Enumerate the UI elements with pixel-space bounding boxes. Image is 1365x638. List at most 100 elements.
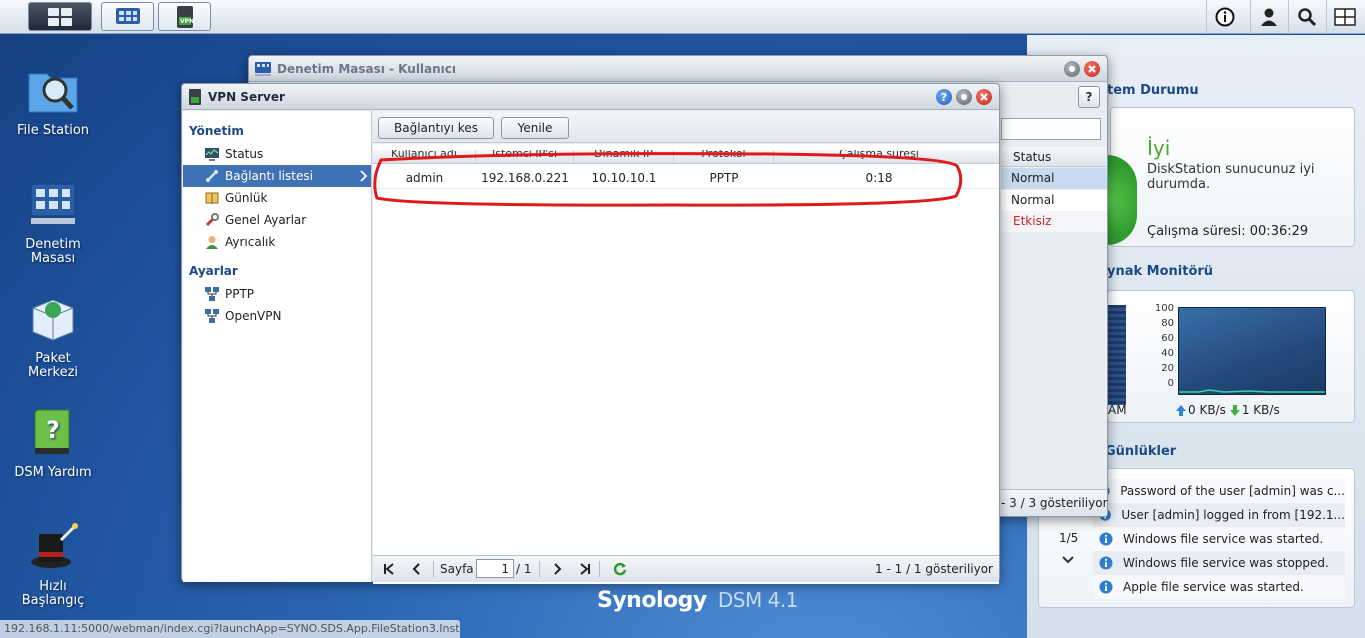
sidebar-item-status[interactable]: Status	[183, 143, 371, 165]
system-status-title: tem Durumu	[1107, 83, 1199, 98]
axis-60: 60	[1161, 333, 1174, 344]
sidebar-item-pptp[interactable]: PPTP	[183, 283, 371, 305]
desktop-label-line2: Masası	[30, 251, 76, 266]
brand-name: Synology	[597, 588, 707, 613]
taskbar-vpn-server-button[interactable]: VPN	[158, 2, 211, 31]
synology-logo: Synology DSM 4.1	[597, 588, 798, 613]
taskbar-control-panel-button[interactable]	[101, 2, 154, 31]
disconnect-button[interactable]: Bağlantıyı kes	[378, 117, 494, 139]
desktop-label-line1: Denetim	[25, 237, 81, 252]
desktop-label-line1: Hızlı	[39, 579, 67, 594]
sidebar-item-general-settings[interactable]: Genel Ayarlar	[183, 209, 371, 231]
axis-100: 100	[1154, 303, 1174, 314]
sidebar-item-label: PPTP	[225, 287, 255, 301]
minimize-button[interactable]	[956, 89, 972, 105]
wrench-icon	[205, 213, 219, 227]
info-circle-icon	[1099, 580, 1113, 594]
desktop-dsm-help[interactable]: ? DSM Yardım	[3, 406, 103, 480]
monitor-icon	[205, 148, 219, 161]
network-icon	[205, 309, 219, 323]
close-button[interactable]	[976, 89, 992, 105]
ram-bar	[1108, 305, 1126, 405]
desktop-label-line2: Başlangıç	[21, 593, 85, 608]
page-summary: 1 - 1 / 1 gösteriliyor	[875, 562, 993, 576]
first-page-icon[interactable]	[383, 563, 395, 575]
axis-20: 20	[1161, 363, 1174, 374]
user-row-status[interactable]: Normal	[1001, 168, 1107, 189]
desktop-label-line1: Paket	[35, 351, 71, 366]
upload-speed: 0 KB/s	[1188, 403, 1226, 417]
log-text: Windows file service was started.	[1123, 532, 1324, 546]
desktop-quick-start[interactable]: Hızlı Başlangıç	[3, 520, 103, 608]
system-status-box: İyi DiskStation sunucunuz iyi durumda. Ç…	[1110, 107, 1355, 247]
user-row-status[interactable]: Normal	[1001, 190, 1107, 211]
log-item: Apple file service was started.	[1093, 575, 1345, 599]
sidebar-item-label: Bağlantı listesi	[225, 169, 313, 183]
search-field[interactable]	[1001, 118, 1101, 140]
network-icon	[205, 287, 219, 301]
sidebar-item-label: Genel Ayarlar	[225, 213, 307, 227]
control-panel-icon	[115, 7, 140, 24]
page-input[interactable]: 1	[476, 559, 514, 578]
desktop-package-center[interactable]: Paket Merkezi	[3, 292, 103, 380]
home-grid-icon	[48, 7, 72, 26]
network-traffic-line	[1179, 389, 1325, 393]
axis-40: 40	[1161, 348, 1174, 359]
close-button[interactable]	[1084, 61, 1100, 77]
user-button[interactable]	[1250, 0, 1286, 34]
download-speed: 1 KB/s	[1241, 403, 1280, 417]
help-button[interactable]: ?	[1078, 86, 1100, 108]
status-desc-line1: DiskStation sunucunuz iyi	[1147, 162, 1315, 177]
log-text: User [admin] logged in from [192.1...	[1121, 508, 1345, 522]
last-page-icon[interactable]	[579, 563, 591, 575]
logs-title: Günlükler	[1105, 444, 1177, 459]
connection-grid	[373, 144, 999, 584]
help-button[interactable]: ?	[936, 89, 952, 105]
control-panel-icon	[30, 183, 76, 224]
log-item: Windows file service was started.	[1093, 527, 1345, 551]
desktop-file-station[interactable]: File Station	[3, 64, 103, 138]
status-column-header[interactable]: Status	[1001, 147, 1107, 167]
desktop-control-panel[interactable]: Denetim Masası	[3, 178, 103, 266]
help-icon: ?	[940, 90, 948, 104]
close-icon	[1088, 65, 1096, 73]
network-speed: 0 KB/s 1 KB/s	[1176, 403, 1280, 417]
status-url: 192.168.1.11:5000/webman/index.cgi?launc…	[0, 620, 460, 638]
annotation-highlight	[373, 152, 963, 207]
main-menu-button[interactable]	[28, 2, 92, 31]
axis-80: 80	[1161, 318, 1174, 329]
info-icon	[1215, 7, 1234, 27]
file-station-icon	[28, 73, 78, 113]
user-row-status[interactable]: Etkisiz	[1001, 211, 1107, 232]
sidebar-item-log[interactable]: Günlük	[183, 187, 371, 209]
info-circle-icon	[1099, 556, 1113, 570]
search-icon	[1297, 8, 1316, 27]
log-text: Apple file service was started.	[1123, 580, 1304, 594]
user-list-footer: - 3 / 3 gösteriliyor	[1001, 489, 1108, 516]
minimize-button[interactable]	[1064, 61, 1080, 77]
log-book-icon	[205, 192, 219, 205]
pager-bar: Sayfa 1 / 1 1 - 1 / 1 gösteriliyor	[373, 555, 999, 582]
logs-page: 1/5	[1059, 531, 1079, 545]
vpn-server-icon	[189, 88, 201, 105]
vpn-server-window: VPN Server ? Yönetim Status Bağlantı lis…	[181, 83, 1000, 584]
connection-plug-icon	[206, 170, 218, 182]
status-uptime: Çalışma süresi: 00:36:29	[1147, 224, 1309, 239]
prev-page-icon[interactable]	[412, 563, 422, 575]
next-page-icon[interactable]	[552, 563, 562, 575]
sidebar-item-connection-list[interactable]: Bağlantı listesi	[183, 165, 371, 187]
refresh-icon[interactable]	[613, 562, 627, 576]
refresh-button[interactable]: Yenile	[501, 117, 569, 139]
widgets-button[interactable]	[1326, 0, 1362, 34]
download-arrow-icon	[1229, 404, 1240, 416]
ram-label: AM	[1108, 403, 1127, 417]
taskbar: VPN	[0, 0, 1365, 34]
logs-next-chevron-icon[interactable]	[1061, 555, 1075, 565]
search-button[interactable]	[1288, 0, 1324, 34]
sidebar-item-openvpn[interactable]: OpenVPN	[183, 305, 371, 327]
package-center-icon	[32, 299, 74, 341]
sidebar-item-privileges[interactable]: Ayrıcalık	[183, 231, 371, 253]
vpn-badge: VPN	[180, 18, 195, 25]
info-button[interactable]	[1206, 0, 1242, 34]
vpn-sidebar: Yönetim Status Bağlantı listesi Günlük G…	[183, 111, 372, 582]
